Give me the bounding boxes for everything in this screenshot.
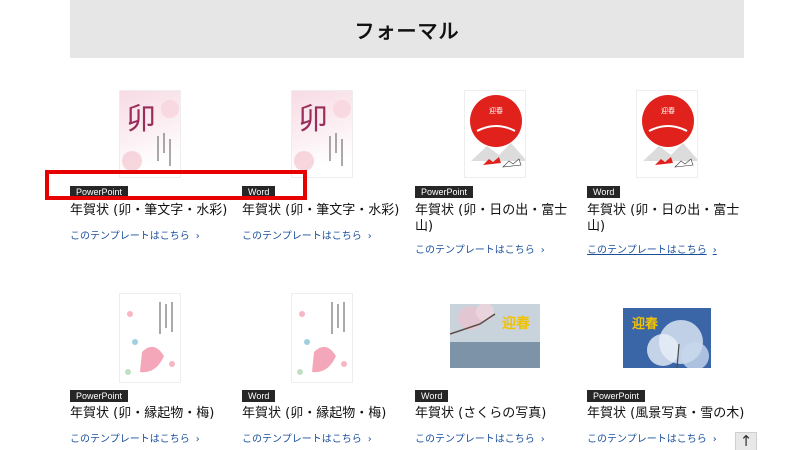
lucky-charm-card-image bbox=[120, 294, 180, 382]
highlight-box bbox=[45, 170, 307, 200]
link-text[interactable]: このテンプレートはこちら bbox=[70, 231, 190, 242]
template-card[interactable]: 卯 PowerPoint 年賀状 (卯・筆文字・水彩) このテンプレートはこちら… bbox=[70, 85, 230, 245]
arrow-up-icon: ↑ bbox=[739, 432, 753, 450]
template-thumbnail[interactable] bbox=[70, 293, 230, 383]
template-thumbnail[interactable] bbox=[242, 293, 402, 383]
template-card[interactable]: PowerPoint 年賀状 (卯・縁起物・梅) このテンプレートはこちら › bbox=[70, 290, 230, 450]
template-link[interactable]: このテンプレートはこちら › bbox=[242, 430, 372, 445]
template-thumbnail[interactable]: 卯 bbox=[242, 90, 402, 178]
template-card[interactable]: 卯 Word 年賀状 (卯・筆文字・水彩) このテンプレートはこちら › bbox=[242, 85, 402, 245]
chevron-right-icon: › bbox=[712, 434, 717, 445]
template-thumbnail[interactable]: 迎春 bbox=[415, 90, 575, 178]
thumb-glyph: 卯 bbox=[298, 102, 328, 137]
chevron-right-icon: › bbox=[195, 231, 200, 242]
template-link[interactable]: このテンプレートはこちら › bbox=[415, 241, 545, 256]
format-badge: Word bbox=[242, 390, 276, 402]
section-title: フォーマル bbox=[354, 18, 460, 43]
link-text[interactable]: このテンプレートはこちら bbox=[587, 245, 707, 256]
template-thumbnail[interactable]: 迎春 bbox=[587, 308, 747, 368]
link-text[interactable]: このテンプレートはこちら bbox=[242, 231, 362, 242]
sakura-card-image: 卯 bbox=[122, 100, 179, 171]
card-title[interactable]: 年賀状 (さくらの写真) bbox=[415, 406, 585, 422]
chevron-right-icon: › bbox=[367, 434, 372, 445]
sun-text: 迎春 bbox=[489, 106, 503, 115]
format-badge: PowerPoint bbox=[587, 390, 646, 402]
card-title[interactable]: 年賀状 (卯・縁起物・梅) bbox=[242, 406, 412, 422]
format-badge: PowerPoint bbox=[70, 390, 129, 402]
template-thumbnail[interactable]: 卯 bbox=[70, 90, 230, 178]
link-text[interactable]: このテンプレートはこちら bbox=[70, 434, 190, 445]
photo-text: 迎春 bbox=[632, 316, 659, 332]
link-text[interactable]: このテンプレートはこちら bbox=[415, 434, 535, 445]
thumb-glyph: 卯 bbox=[126, 102, 156, 137]
photo-text: 迎春 bbox=[502, 315, 531, 332]
template-thumbnail[interactable]: 迎春 bbox=[587, 90, 747, 178]
sunrise-card-image: 迎春 bbox=[637, 91, 697, 177]
template-link[interactable]: このテンプレートはこちら › bbox=[415, 430, 545, 445]
link-text[interactable]: このテンプレートはこちら bbox=[242, 434, 362, 445]
template-link[interactable]: このテンプレートはこちら › bbox=[70, 227, 200, 242]
chevron-right-icon: › bbox=[195, 434, 200, 445]
link-text[interactable]: このテンプレートはこちら bbox=[415, 245, 535, 256]
card-title[interactable]: 年賀状 (卯・縁起物・梅) bbox=[70, 406, 240, 422]
template-card[interactable]: 迎春 Word 年賀状 (さくらの写真) このテンプレートはこちら › bbox=[415, 290, 575, 450]
template-link[interactable]: このテンプレートはこちら › bbox=[242, 227, 372, 242]
format-badge: PowerPoint bbox=[415, 186, 474, 198]
lucky-charm-card-image bbox=[292, 294, 352, 382]
chevron-right-icon: › bbox=[540, 434, 545, 445]
template-link[interactable]: このテンプレートはこちら › bbox=[587, 430, 717, 445]
sun-text: 迎春 bbox=[661, 106, 675, 115]
card-title[interactable]: 年賀状 (卯・日の出・富士山) bbox=[415, 203, 575, 235]
template-thumbnail[interactable]: 迎春 bbox=[415, 304, 575, 368]
template-card[interactable]: 迎春 Word 年賀状 (卯・日の出・富士山) このテンプレートはこちら › bbox=[587, 85, 747, 256]
template-card[interactable]: Word 年賀状 (卯・縁起物・梅) このテンプレートはこちら › bbox=[242, 290, 402, 450]
card-title[interactable]: 年賀状 (卯・日の出・富士山) bbox=[587, 203, 747, 235]
sakura-photo-image: 迎春 bbox=[450, 304, 540, 368]
card-title[interactable]: 年賀状 (風景写真・雪の木) bbox=[587, 406, 757, 422]
sunrise-card-image: 迎春 bbox=[465, 91, 525, 177]
sakura-card-image: 卯 bbox=[294, 100, 351, 171]
template-card[interactable]: 迎春 PowerPoint 年賀状 (風景写真・雪の木) このテンプレートはこち… bbox=[587, 290, 747, 450]
chevron-right-icon: › bbox=[540, 245, 545, 256]
template-link[interactable]: このテンプレートはこちら › bbox=[70, 430, 200, 445]
scroll-to-top-button[interactable]: ↑ bbox=[735, 432, 757, 450]
template-card[interactable]: 迎春 PowerPoint 年賀状 (卯・日の出・富士山) このテンプレートはこ… bbox=[415, 85, 575, 256]
section-header: フォーマル bbox=[70, 0, 744, 58]
card-title[interactable]: 年賀状 (卯・筆文字・水彩) bbox=[242, 203, 412, 219]
format-badge: Word bbox=[415, 390, 449, 402]
snow-tree-photo-image: 迎春 bbox=[623, 308, 711, 368]
link-text[interactable]: このテンプレートはこちら bbox=[587, 434, 707, 445]
chevron-right-icon: › bbox=[712, 245, 717, 256]
template-link[interactable]: このテンプレートはこちら › bbox=[587, 241, 717, 256]
chevron-right-icon: › bbox=[367, 231, 372, 242]
format-badge: Word bbox=[587, 186, 621, 198]
card-title[interactable]: 年賀状 (卯・筆文字・水彩) bbox=[70, 203, 240, 219]
